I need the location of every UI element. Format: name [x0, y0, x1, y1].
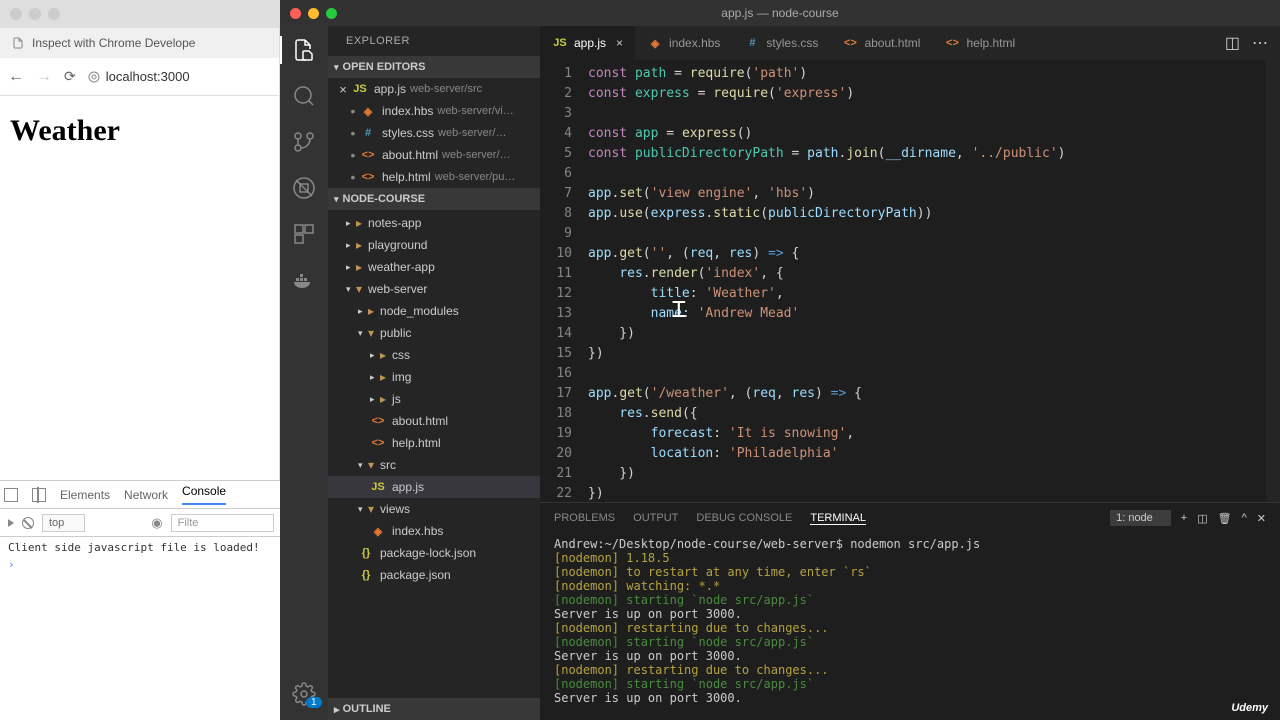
source-control-icon[interactable] — [292, 130, 316, 154]
eye-icon[interactable]: ◉ — [151, 515, 162, 531]
tab-console[interactable]: Console — [182, 484, 226, 505]
project-section[interactable]: ▾NODE-COURSE — [328, 188, 540, 210]
editor-tab[interactable]: JSapp.js× — [540, 26, 635, 60]
chrome-window: Inspect with Chrome Develope ← → ⟳ local… — [0, 0, 280, 720]
page-heading: Weather — [10, 114, 269, 148]
outline-section[interactable]: ▸ OUTLINE — [328, 698, 540, 720]
editor-tab[interactable]: <>about.html — [830, 26, 932, 60]
editor-tab[interactable]: #styles.css — [732, 26, 830, 60]
terminal-output[interactable]: Andrew:~/Desktop/node-course/web-server$… — [540, 533, 1280, 720]
devtools-tabs: Elements Network Console — [0, 481, 280, 509]
tree-item[interactable]: <>about.html — [328, 410, 540, 432]
context-select[interactable]: top — [42, 514, 85, 532]
tree-item[interactable]: ▸▸node_modules — [328, 300, 540, 322]
console-toolbar: top ◉ Filte — [0, 509, 280, 537]
open-editor-item[interactable]: •<>about.htmlweb-server/… — [328, 144, 540, 166]
browser-tab[interactable]: Inspect with Chrome Develope — [0, 28, 279, 58]
device-icon[interactable] — [32, 488, 46, 502]
tree-item[interactable]: ▾▾views — [328, 498, 540, 520]
more-icon[interactable]: ⋯ — [1252, 33, 1268, 53]
editor-tab[interactable]: ◈index.hbs — [635, 26, 732, 60]
open-editor-item[interactable]: •<>help.htmlweb-server/pu… — [328, 166, 540, 188]
address-bar[interactable]: localhost:3000 — [88, 69, 271, 84]
editor-tabs: JSapp.js×◈index.hbs#styles.css<>about.ht… — [540, 26, 1280, 60]
clear-icon[interactable] — [22, 517, 34, 529]
back-button[interactable]: ← — [8, 68, 24, 86]
vscode-titlebar: app.js — node-course — [280, 0, 1280, 26]
settings-badge: 1 — [306, 697, 322, 708]
explorer-icon[interactable] — [292, 38, 316, 62]
code-editor[interactable]: 12345678910111213141516171819202122 cons… — [540, 60, 1280, 502]
console-message: Client side javascript file is loaded! — [8, 541, 272, 554]
tree-item[interactable]: ▸▸notes-app — [328, 212, 540, 234]
chrome-titlebar — [0, 0, 279, 28]
explorer-title: EXPLORER — [328, 26, 540, 56]
editor-group: JSapp.js×◈index.hbs#styles.css<>about.ht… — [540, 26, 1280, 720]
tab-debug-console[interactable]: DEBUG CONSOLE — [696, 512, 792, 524]
browser-toolbar: ← → ⟳ localhost:3000 — [0, 58, 279, 96]
tree-item[interactable]: {}package-lock.json — [328, 542, 540, 564]
tab-problems[interactable]: PROBLEMS — [554, 512, 615, 524]
tree-item[interactable]: {}package.json — [328, 564, 540, 586]
line-numbers: 12345678910111213141516171819202122 — [540, 60, 588, 502]
close-icon[interactable]: × — [336, 82, 350, 97]
close-panel-icon[interactable]: ✕ — [1257, 512, 1266, 525]
open-editor-item[interactable]: •#styles.cssweb-server/… — [328, 122, 540, 144]
console-prompt[interactable]: › — [8, 558, 272, 571]
open-editor-item[interactable]: ×JSapp.jsweb-server/src — [328, 78, 540, 100]
tree-item[interactable]: ◈index.hbs — [328, 520, 540, 542]
window-title: app.js — node-course — [721, 6, 838, 20]
open-editors-section[interactable]: ▾OPEN EDITORS — [328, 56, 540, 78]
tree-item[interactable]: ▾▾web-server — [328, 278, 540, 300]
bottom-panel: PROBLEMS OUTPUT DEBUG CONSOLE TERMINAL 1… — [540, 502, 1280, 720]
activity-bar: 1 — [280, 26, 328, 720]
tree-item[interactable]: ▾▾src — [328, 454, 540, 476]
close-icon[interactable]: × — [616, 36, 623, 50]
tab-output[interactable]: OUTPUT — [633, 512, 678, 524]
minimap[interactable] — [1266, 60, 1280, 502]
filter-input[interactable]: Filte — [171, 514, 274, 532]
forward-button[interactable]: → — [36, 68, 52, 86]
tree-item[interactable]: ▸▸css — [328, 344, 540, 366]
vscode-window: app.js — node-course 1 EXPLORER ▾OPEN ED… — [280, 0, 1280, 720]
editor-tab[interactable]: <>help.html — [932, 26, 1027, 60]
console-output: Client side javascript file is loaded! › — [0, 537, 280, 575]
tree-item[interactable]: ▾▾public — [328, 322, 540, 344]
terminal-select[interactable]: 1: node — [1110, 510, 1171, 526]
debug-icon[interactable] — [292, 176, 316, 200]
new-terminal-icon[interactable]: + — [1181, 512, 1187, 524]
panel-tabs: PROBLEMS OUTPUT DEBUG CONSOLE TERMINAL 1… — [540, 503, 1280, 533]
maximize-panel-icon[interactable]: ^ — [1242, 512, 1247, 524]
tree-item[interactable]: ▸▸img — [328, 366, 540, 388]
tree-item[interactable]: ▸▸weather-app — [328, 256, 540, 278]
split-editor-icon[interactable]: ◫ — [1225, 33, 1240, 53]
explorer-sidebar: EXPLORER ▾OPEN EDITORS ×JSapp.jsweb-serv… — [328, 26, 540, 720]
tree-item[interactable]: <>help.html — [328, 432, 540, 454]
docker-icon[interactable] — [292, 268, 316, 292]
kill-terminal-icon[interactable]: 🗑 — [1218, 512, 1232, 525]
devtools-panel: Elements Network Console top ◉ Filte Cli… — [0, 480, 280, 720]
tree-item[interactable]: ▸▸js — [328, 388, 540, 410]
code-content[interactable]: const path = require('path')const expres… — [588, 60, 1280, 502]
page-content: Weather — [0, 96, 279, 166]
refresh-button[interactable]: ⟳ — [64, 68, 76, 85]
tab-network[interactable]: Network — [124, 488, 168, 502]
tree-item[interactable]: JSapp.js — [328, 476, 540, 498]
tab-title: Inspect with Chrome Develope — [32, 36, 195, 50]
extensions-icon[interactable] — [292, 222, 316, 246]
split-terminal-icon[interactable]: ◫ — [1197, 512, 1207, 525]
inspect-icon[interactable] — [4, 488, 18, 502]
open-editor-item[interactable]: •◈index.hbsweb-server/vi… — [328, 100, 540, 122]
tab-terminal[interactable]: TERMINAL — [810, 512, 866, 525]
search-icon[interactable] — [292, 84, 316, 108]
tree-item[interactable]: ▸▸playground — [328, 234, 540, 256]
play-icon[interactable] — [8, 519, 14, 527]
udemy-watermark: Udemy — [1231, 702, 1268, 714]
tab-elements[interactable]: Elements — [60, 488, 110, 502]
